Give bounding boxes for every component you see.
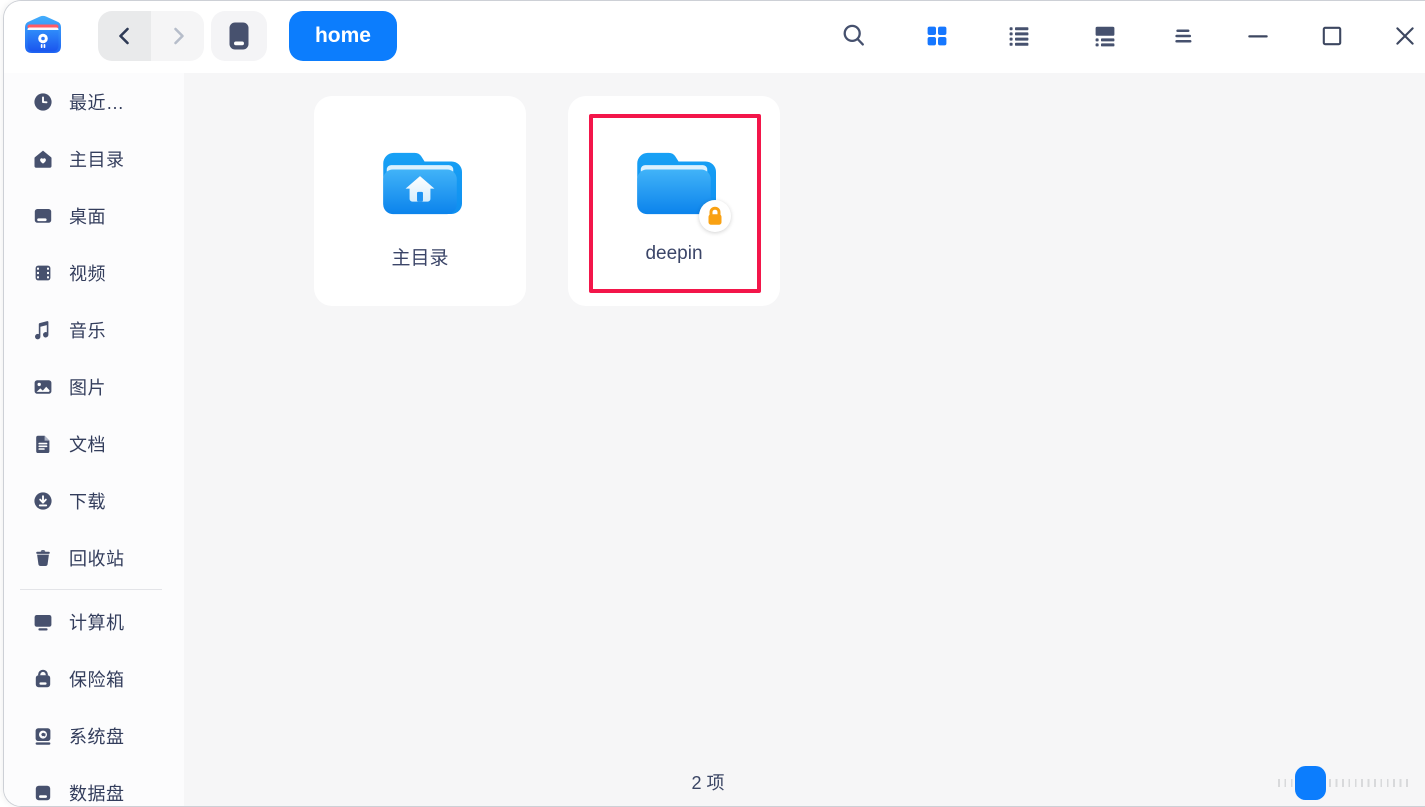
pictures-icon — [32, 376, 54, 398]
chevron-right-icon — [173, 27, 184, 45]
file-view: 主目录 deepin — [184, 73, 1425, 806]
desktop-icon — [32, 205, 54, 227]
sidebar-item-label: 计算机 — [69, 612, 125, 633]
sidebar-item-desktop[interactable]: 桌面 — [4, 187, 184, 244]
disk-icon — [229, 22, 249, 50]
file-item-home-folder[interactable]: 主目录 — [314, 96, 526, 306]
sidebar-item-computer[interactable]: 计算机 — [4, 593, 184, 650]
computer-icon — [32, 611, 54, 633]
menu-button[interactable] — [1169, 22, 1197, 50]
sidebar-item-label: 图片 — [69, 377, 106, 398]
sidebar-divider — [20, 589, 162, 590]
sidebar: 最近… 主目录 桌面 视频 音乐 图片 文档 下载 回收站 计算机 保险箱 系统… — [4, 73, 184, 806]
file-item-label: 主目录 — [391, 248, 449, 269]
vault-icon — [32, 668, 54, 690]
maximize-icon — [1322, 26, 1342, 46]
data-disk-icon — [32, 782, 54, 804]
sidebar-item-label: 回收站 — [69, 548, 125, 569]
titlebar: home — [4, 1, 1425, 73]
system-disk-icon — [32, 725, 54, 747]
video-icon — [32, 262, 54, 284]
sidebar-item-label: 系统盘 — [69, 726, 125, 747]
sidebar-item-home[interactable]: 主目录 — [4, 130, 184, 187]
minimize-button[interactable] — [1244, 22, 1272, 50]
sidebar-item-label: 音乐 — [69, 320, 106, 341]
location-device-button[interactable] — [211, 11, 267, 61]
back-button[interactable] — [98, 11, 151, 61]
file-manager-logo-icon — [25, 15, 61, 54]
sidebar-item-label: 保险箱 — [69, 669, 125, 690]
sidebar-item-data-disk[interactable]: 数据盘 — [4, 764, 184, 806]
sidebar-item-label: 主目录 — [69, 149, 125, 170]
lock-badge — [699, 200, 731, 232]
sidebar-item-vault[interactable]: 保险箱 — [4, 650, 184, 707]
close-icon — [1396, 27, 1414, 45]
list-view-icon — [1009, 27, 1029, 46]
sidebar-item-label: 下载 — [69, 491, 106, 512]
grid-view-icon — [927, 26, 947, 46]
slider-handle[interactable] — [1295, 766, 1326, 800]
sidebar-item-pictures[interactable]: 图片 — [4, 358, 184, 415]
minimize-icon — [1248, 35, 1268, 38]
icon-size-slider[interactable] — [1276, 764, 1416, 802]
detail-view-button[interactable] — [1091, 22, 1119, 50]
search-icon — [843, 24, 864, 46]
sidebar-item-recent[interactable]: 最近… — [4, 73, 184, 130]
home-icon — [32, 148, 54, 170]
download-icon — [32, 490, 54, 512]
search-button[interactable] — [840, 22, 868, 50]
sidebar-item-music[interactable]: 音乐 — [4, 301, 184, 358]
forward-button[interactable] — [151, 11, 204, 61]
sidebar-item-downloads[interactable]: 下载 — [4, 472, 184, 529]
sidebar-item-documents[interactable]: 文档 — [4, 415, 184, 472]
grid-view-button[interactable] — [923, 22, 951, 50]
screen: home 最近… 主目录 桌面 视频 音乐 图片 文档 下载 回收站 计算机 保… — [0, 0, 1425, 807]
chevron-left-icon — [118, 27, 129, 45]
trash-icon — [32, 547, 54, 569]
nav-button-group — [98, 11, 204, 61]
maximize-button[interactable] — [1318, 22, 1346, 50]
file-item-deepin-folder[interactable]: deepin — [568, 96, 780, 306]
sidebar-item-videos[interactable]: 视频 — [4, 244, 184, 301]
tab-home[interactable]: home — [289, 11, 397, 61]
list-view-button[interactable] — [1005, 22, 1033, 50]
close-button[interactable] — [1391, 22, 1419, 50]
clock-icon — [32, 91, 54, 113]
lock-icon — [708, 206, 722, 225]
sidebar-item-label: 桌面 — [69, 206, 106, 227]
sidebar-item-trash[interactable]: 回收站 — [4, 529, 184, 586]
sidebar-item-label: 文档 — [69, 434, 106, 455]
tab-home-label: home — [314, 24, 371, 47]
sidebar-item-label: 视频 — [69, 263, 106, 284]
detail-view-icon — [1095, 26, 1115, 47]
music-icon — [32, 319, 54, 341]
sidebar-item-label: 数据盘 — [69, 783, 125, 804]
file-manager-window: home 最近… 主目录 桌面 视频 音乐 图片 文档 下载 回收站 计算机 保… — [3, 0, 1425, 807]
item-count: 2 项 — [691, 773, 725, 793]
app-icon[interactable] — [21, 13, 65, 57]
menu-icon — [1175, 29, 1192, 43]
deepin-folder-icon — [632, 147, 731, 232]
file-item-label: deepin — [645, 243, 703, 264]
sidebar-item-system-disk[interactable]: 系统盘 — [4, 707, 184, 764]
document-icon — [32, 433, 54, 455]
home-folder-icon — [378, 147, 462, 220]
sidebar-item-label: 最近… — [69, 92, 125, 113]
